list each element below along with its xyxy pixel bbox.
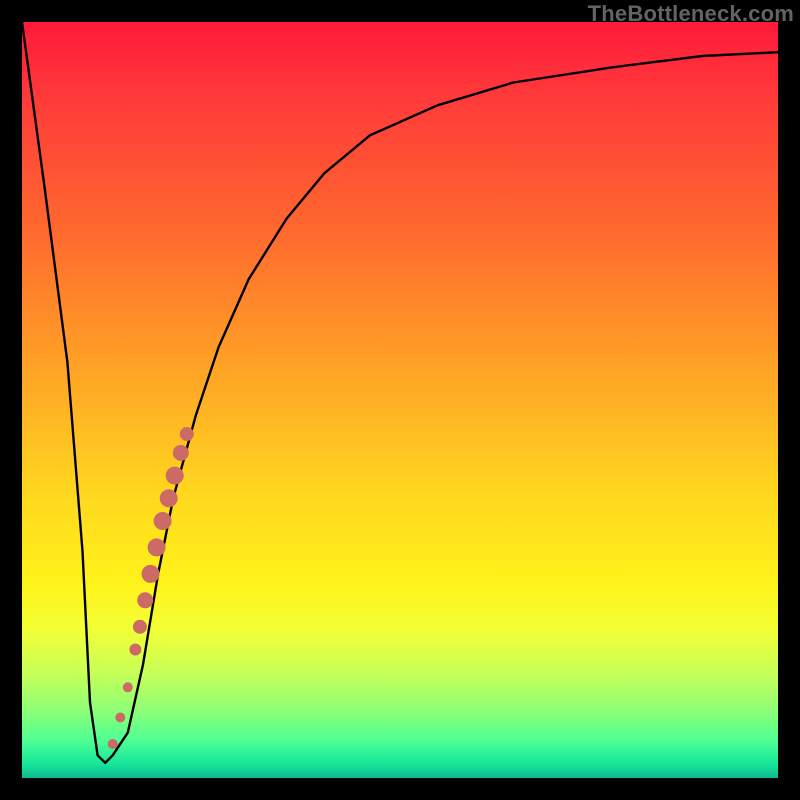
highlight-marker	[115, 713, 125, 723]
highlight-marker	[129, 644, 141, 656]
chart-svg	[22, 22, 778, 778]
highlight-marker	[123, 682, 133, 692]
highlight-marker	[173, 445, 189, 461]
highlight-marker	[166, 467, 184, 485]
highlight-marker	[154, 512, 172, 530]
highlight-marker	[133, 620, 147, 634]
marker-layer	[108, 427, 194, 749]
highlight-marker	[142, 565, 160, 583]
highlight-marker	[160, 489, 178, 507]
highlight-marker	[137, 592, 153, 608]
watermark-text: TheBottleneck.com	[588, 1, 794, 27]
highlight-marker	[148, 538, 166, 556]
highlight-marker	[180, 427, 194, 441]
highlight-marker	[108, 739, 118, 749]
chart-frame: TheBottleneck.com	[0, 0, 800, 800]
